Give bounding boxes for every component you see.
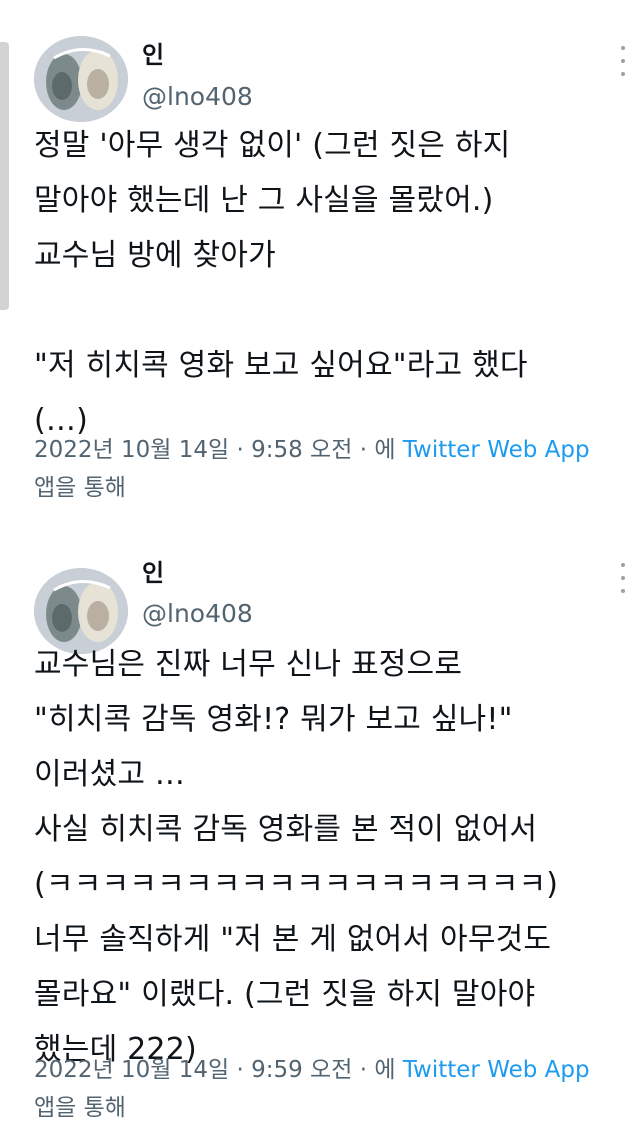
timestamp[interactable]: 2022년 10월 14일 · 9:58 오전 · 에: [34, 437, 403, 463]
via-text: 앱을 통해: [34, 475, 126, 501]
tweet-text-line: "저 히치콕 영화 보고 싶어요"라고 했다: [34, 348, 528, 383]
tweet-metadata: 2022년 10월 14일 · 9:58 오전 · 에 Twitter Web …: [34, 431, 634, 507]
tweet-metadata: 2022년 10월 14일 · 9:59 오전 · 에 Twitter Web …: [34, 1051, 634, 1127]
tweet-text-line: 이러셨고 …: [34, 757, 186, 792]
tweet-text-line: 정말 '아무 생각 없이' (그런 짓은 하지: [34, 128, 511, 163]
via-text: 앱을 통해: [34, 1095, 126, 1121]
tweet[interactable]: 인 @lno408 교수님은 진짜 너무 신나 표정으로 "히치콕 감독 영화!…: [0, 535, 640, 1139]
tweet-text-line: 교수님 방에 찾아가: [34, 238, 276, 273]
source-app-link[interactable]: Twitter Web App: [403, 1057, 590, 1083]
tweet-text: 정말 '아무 생각 없이' (그런 짓은 하지 말아야 했는데 난 그 사실을 …: [34, 118, 634, 448]
user-handle[interactable]: @lno408: [142, 82, 253, 112]
timestamp[interactable]: 2022년 10월 14일 · 9:59 오전 · 에: [34, 1057, 403, 1083]
more-vertical-icon[interactable]: [618, 46, 628, 76]
tweet[interactable]: 인 @lno408 정말 '아무 생각 없이' (그런 짓은 하지 말아야 했는…: [0, 0, 640, 520]
more-vertical-icon[interactable]: [618, 563, 628, 593]
tweet-text-line: 너무 솔직하게 "저 본 게 없어서 아무것도: [34, 922, 552, 957]
user-handle[interactable]: @lno408: [142, 599, 253, 629]
tweet-text: 교수님은 진짜 너무 신나 표정으로 "히치콕 감독 영화!? 뭐가 보고 싶나…: [34, 637, 634, 1077]
avatar[interactable]: [34, 36, 128, 122]
tweet-text-line: (ㅋㅋㅋㅋㅋㅋㅋㅋㅋㅋㅋㅋㅋㅋㅋㅋㅋㅋ): [34, 867, 559, 902]
tweet-text-line: 사실 히치콕 감독 영화를 본 적이 없어서: [34, 812, 538, 847]
tweet-text-line: 몰라요" 이랬다. (그런 짓을 하지 말아야: [34, 977, 536, 1012]
tweet-text-line: 교수님은 진짜 너무 신나 표정으로: [34, 647, 463, 682]
source-app-link[interactable]: Twitter Web App: [403, 437, 590, 463]
tweet-text-line: 말아야 했는데 난 그 사실을 몰랐어.): [34, 183, 494, 218]
display-name[interactable]: 인: [142, 559, 164, 587]
tweet-text-line: [34, 283, 634, 338]
avatar-illustration: [34, 36, 128, 122]
display-name[interactable]: 인: [142, 41, 164, 69]
tweet-text-line: "히치콕 감독 영화!? 뭐가 보고 싶나!": [34, 702, 513, 737]
